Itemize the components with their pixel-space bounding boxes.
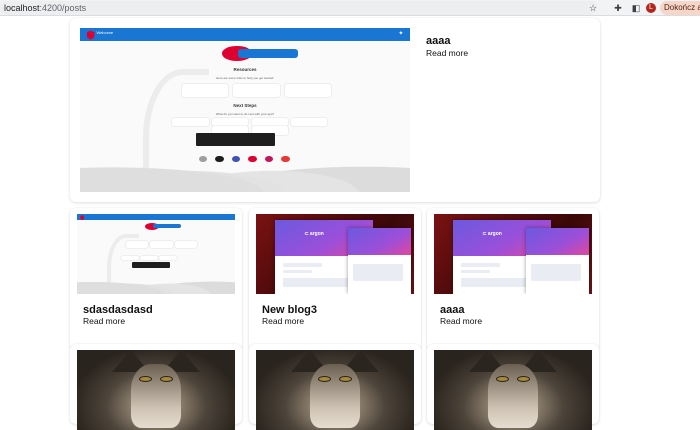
argon-hero <box>347 228 411 255</box>
next-steps-heading: Next Steps <box>233 103 257 109</box>
sidebar-icon[interactable]: ◧ <box>630 2 642 14</box>
thumb-toolbar <box>77 214 235 221</box>
thumb-clouds <box>77 270 235 294</box>
avatar[interactable]: L <box>646 3 656 13</box>
thumb-running-pill <box>152 224 182 229</box>
resource-card-1 <box>125 241 149 248</box>
angular-logo-icon <box>80 215 85 221</box>
extensions-icon[interactable]: ✚ <box>612 2 624 14</box>
next-step-3 <box>251 118 288 127</box>
post-title: New blog3 <box>262 304 318 316</box>
argon-block <box>460 270 491 274</box>
post-card[interactable]: ⊂ argon aaaa Read more <box>427 208 599 351</box>
thumb-clouds <box>80 142 410 192</box>
resource-card-3 <box>174 241 198 248</box>
thumb-toolbar: Welcome ✦ <box>80 28 410 42</box>
argon-block <box>530 264 582 281</box>
argon-page-preview-2 <box>525 228 589 294</box>
argon-logo-icon: ⊂ argon <box>304 230 324 237</box>
url-text: localhost:4200/posts <box>4 2 86 14</box>
angular-logo-icon <box>86 30 95 40</box>
update-button[interactable]: Dokończ aktu <box>660 1 700 15</box>
argon-logo-icon: ⊂ argon <box>482 230 502 237</box>
argon-block <box>282 270 313 274</box>
posts-page: Welcome ✦ Resources Here are some links … <box>0 16 700 430</box>
post-title: aaaa <box>440 304 465 316</box>
address-bar[interactable]: localhost:4200/posts <box>0 1 597 15</box>
resources-subheading: Here are some links to help you get star… <box>215 75 275 80</box>
post-card[interactable]: sdasdasdasd Read more <box>70 208 242 351</box>
resource-card-2 <box>150 241 173 248</box>
url-path: :4200/posts <box>39 3 87 13</box>
post-card[interactable] <box>70 344 242 430</box>
url-host: localhost <box>4 3 40 13</box>
post-card[interactable] <box>249 344 421 430</box>
post-thumbnail: ⊂ argon <box>256 214 414 294</box>
next-steps-subheading: What do you want to do next with your ap… <box>215 111 275 116</box>
post-thumbnail <box>77 214 235 294</box>
post-thumbnail: ⊂ argon <box>434 214 592 294</box>
resource-card-3 <box>284 83 331 97</box>
next-step-4 <box>291 118 328 127</box>
post-card[interactable]: ⊂ argon New blog3 Read more <box>249 208 421 351</box>
read-more-link[interactable]: Read more <box>262 316 304 326</box>
thumb-banner-title: Welcome <box>96 29 114 35</box>
post-card[interactable] <box>427 344 599 430</box>
wolf-face <box>309 364 361 429</box>
argon-block <box>460 263 500 267</box>
next-step-2 <box>140 255 158 260</box>
post-thumbnail <box>256 350 414 430</box>
featured-read-more-link[interactable]: Read more <box>426 48 468 58</box>
argon-hero <box>525 228 589 255</box>
resource-card-1 <box>182 83 229 97</box>
next-step-1 <box>121 255 139 260</box>
post-thumbnail <box>434 350 592 430</box>
twitter-icon: ✦ <box>398 30 404 37</box>
next-step-1 <box>172 118 209 127</box>
resource-card-2 <box>233 83 280 97</box>
argon-block <box>282 263 322 267</box>
thumb-terminal <box>132 262 171 269</box>
next-step-2 <box>212 118 249 127</box>
next-step-3 <box>159 255 177 260</box>
post-thumbnail <box>77 350 235 430</box>
argon-page-preview-2 <box>347 228 411 294</box>
browser-toolbar: localhost:4200/posts ☆ ✚ ◧ L Dokończ akt… <box>0 0 700 16</box>
read-more-link[interactable]: Read more <box>83 316 125 326</box>
resources-heading: Resources <box>233 67 257 73</box>
argon-block <box>352 264 404 281</box>
featured-post-card[interactable]: Welcome ✦ Resources Here are some links … <box>70 18 600 202</box>
thumb-running-pill <box>238 49 298 58</box>
wolf-face <box>130 364 182 429</box>
featured-post-thumbnail: Welcome ✦ Resources Here are some links … <box>80 28 410 192</box>
featured-post-title: aaaa <box>426 35 451 47</box>
read-more-link[interactable]: Read more <box>440 316 482 326</box>
post-title: sdasdasdasd <box>83 304 153 316</box>
wolf-face <box>487 364 539 429</box>
star-icon[interactable]: ☆ <box>587 2 599 14</box>
